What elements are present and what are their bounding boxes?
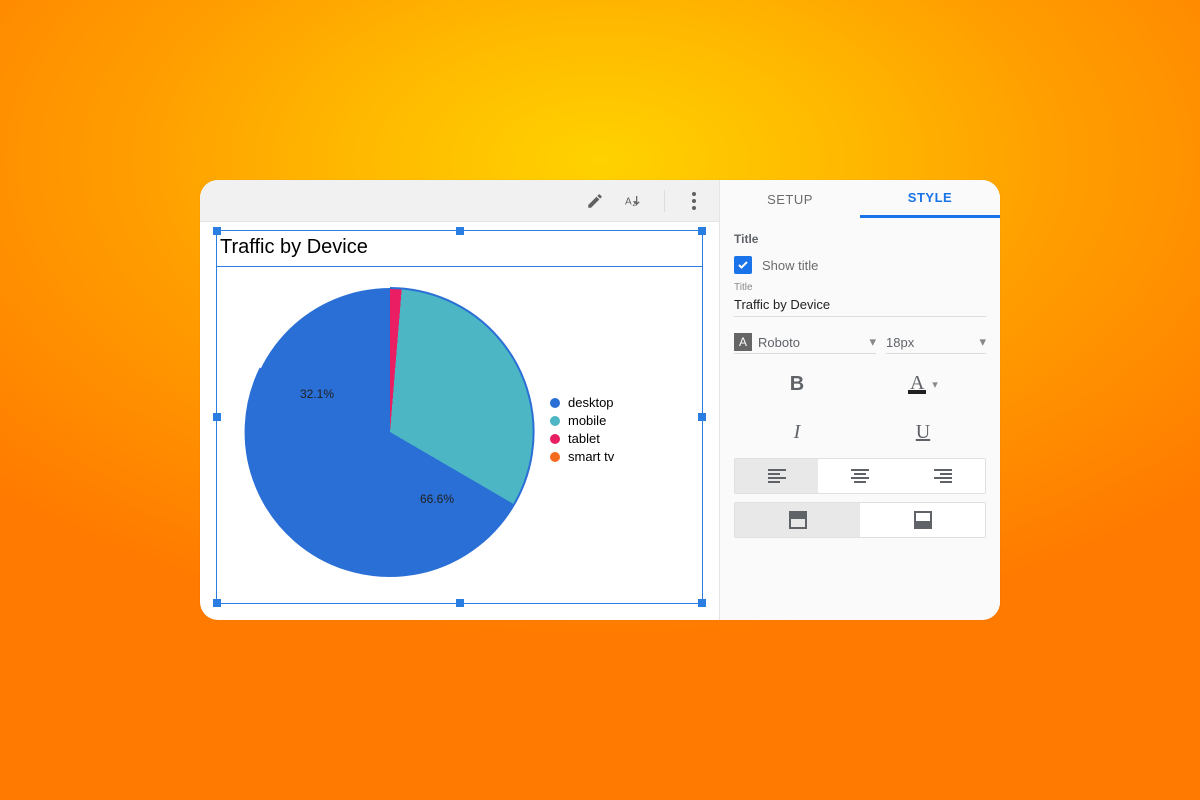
legend-label: tablet	[568, 431, 600, 446]
resize-handle[interactable]	[456, 599, 464, 607]
font-family-value: Roboto	[758, 335, 800, 350]
legend-label: desktop	[568, 395, 614, 410]
editor-window: AZ Traffic by Device	[200, 180, 1000, 620]
chart-title: Traffic by Device	[220, 236, 368, 259]
resize-handle[interactable]	[698, 599, 706, 607]
bold-button[interactable]: B	[734, 366, 860, 402]
resize-handle[interactable]	[456, 227, 464, 235]
valign-bottom-icon	[914, 511, 932, 529]
align-center-button[interactable]	[818, 459, 901, 493]
canvas-toolbar: AZ	[200, 180, 719, 222]
legend-label: smart tv	[568, 449, 614, 464]
chevron-down-icon: ▾	[932, 378, 938, 391]
panel-body: Title Show title Title A Roboto ▾ 18px ▾	[720, 218, 1000, 620]
chart-legend: desktop mobile tablet smart tv	[550, 392, 614, 467]
more-icon[interactable]	[683, 190, 705, 212]
resize-handle[interactable]	[213, 227, 221, 235]
canvas-body: Traffic by Device 66.6% 32.1% desktop mo…	[200, 222, 719, 620]
vertical-align-group	[734, 502, 986, 538]
slice-label-large: 66.6%	[420, 492, 454, 506]
font-color-button[interactable]: A ▾	[860, 366, 986, 402]
underline-button[interactable]: U	[860, 414, 986, 450]
align-right-button[interactable]	[902, 459, 985, 493]
valign-top-icon	[789, 511, 807, 529]
legend-item: smart tv	[550, 449, 614, 464]
italic-button[interactable]: I	[734, 414, 860, 450]
legend-swatch	[550, 434, 560, 444]
resize-handle[interactable]	[213, 413, 221, 421]
section-title-label: Title	[734, 232, 986, 246]
horizontal-align-group	[734, 458, 986, 494]
legend-swatch	[550, 398, 560, 408]
align-right-icon	[934, 469, 952, 483]
legend-item: mobile	[550, 413, 614, 428]
legend-label: mobile	[568, 413, 606, 428]
show-title-checkbox[interactable]	[734, 256, 752, 274]
valign-top-button[interactable]	[735, 503, 860, 537]
tab-style[interactable]: STYLE	[860, 180, 1000, 218]
font-size-select[interactable]: 18px ▾	[886, 331, 986, 354]
align-left-icon	[768, 469, 786, 483]
title-input[interactable]	[734, 293, 986, 317]
properties-panel: SETUP STYLE Title Show title Title A Rob…	[720, 180, 1000, 620]
valign-bottom-button[interactable]	[860, 503, 985, 537]
tab-setup[interactable]: SETUP	[720, 180, 860, 218]
sort-az-icon[interactable]: AZ	[624, 190, 646, 212]
resize-handle[interactable]	[698, 413, 706, 421]
toolbar-divider	[664, 190, 665, 212]
slice-label-small: 32.1%	[300, 387, 334, 401]
edit-icon[interactable]	[584, 190, 606, 212]
canvas-area: AZ Traffic by Device	[200, 180, 720, 620]
font-size-value: 18px	[886, 335, 914, 350]
pie-outline	[240, 282, 540, 582]
align-left-button[interactable]	[735, 459, 818, 493]
chevron-down-icon: ▾	[979, 334, 986, 350]
font-family-select[interactable]: A Roboto ▾	[734, 331, 876, 354]
svg-text:A: A	[625, 196, 632, 207]
font-icon: A	[734, 333, 752, 351]
align-center-icon	[851, 469, 869, 483]
show-title-label: Show title	[762, 258, 818, 273]
title-field-label: Title	[734, 282, 986, 293]
pie-chart: 66.6% 32.1%	[240, 282, 540, 582]
legend-item: tablet	[550, 431, 614, 446]
chevron-down-icon: ▾	[869, 334, 876, 350]
resize-handle[interactable]	[213, 599, 221, 607]
resize-handle[interactable]	[698, 227, 706, 235]
legend-swatch	[550, 452, 560, 462]
title-divider	[216, 266, 703, 267]
legend-swatch	[550, 416, 560, 426]
panel-tabs: SETUP STYLE	[720, 180, 1000, 218]
legend-item: desktop	[550, 395, 614, 410]
